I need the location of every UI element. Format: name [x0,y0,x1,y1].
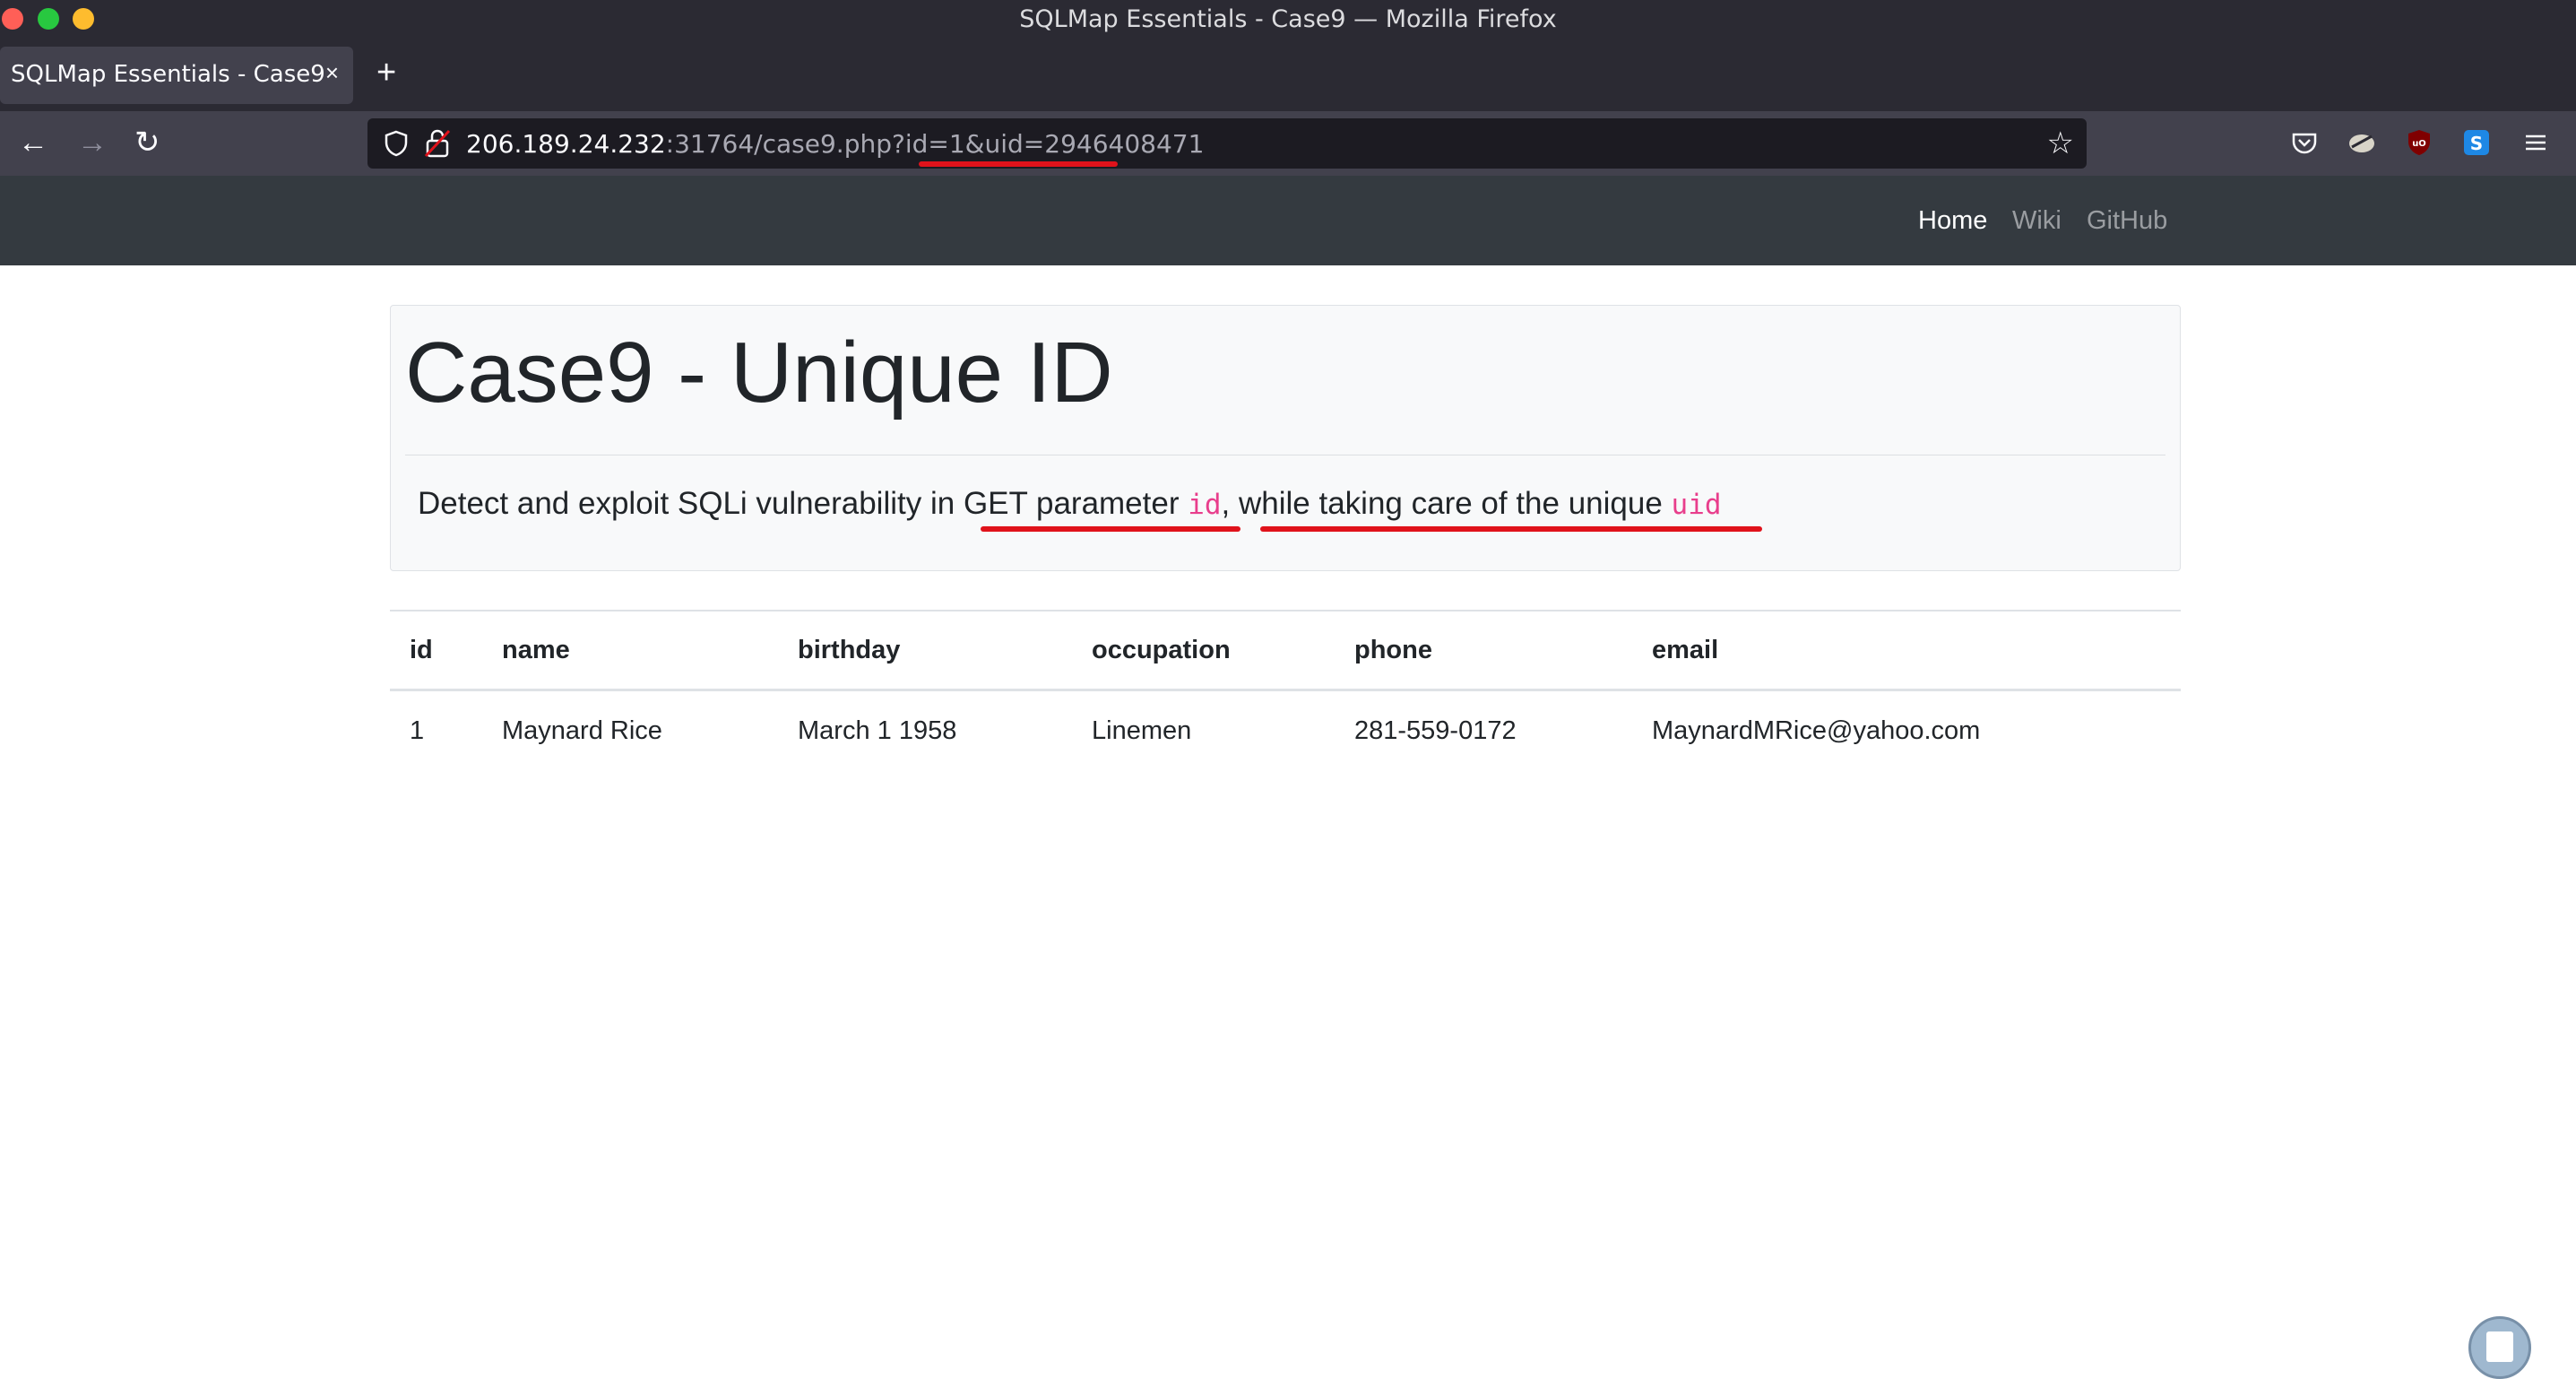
url-path: :31764/case9.php?id=1&uid=2946408471 [665,129,1205,159]
annotation-underline-uid-description [1260,526,1762,532]
hamburger-menu-icon[interactable] [2520,127,2551,158]
cell-id: 1 [410,716,425,745]
page-title: Case9 - Unique ID [405,325,1113,421]
window-titlebar: SQLMap Essentials - Case9 — Mozilla Fire… [0,0,2576,39]
annotation-underline-uid-url [919,161,1118,167]
cell-phone: 281-559-0172 [1354,716,1517,745]
nav-link-github[interactable]: GitHub [2087,206,2167,236]
column-header-phone: phone [1335,610,1632,691]
url-host: 206.189.24.232 [466,129,666,159]
nav-link-home[interactable]: Home [1918,206,1987,236]
description-while: while taking care of the unique [1230,486,1672,521]
cell-email: MaynardMRice@yahoo.com [1652,716,1981,745]
column-header-name: name [482,610,778,691]
description-get-parameter: GET parameter [963,486,1189,521]
url-bar[interactable]: 206.189.24.232:31764/case9.php?id=1&uid=… [367,118,2087,169]
tab-bar: SQLMap Essentials - Case9 × + [0,39,2576,111]
url-text[interactable]: 206.189.24.232:31764/case9.php?id=1&uid=… [466,129,1204,159]
column-header-occupation: occupation [1072,610,1335,691]
svg-text:uO: uO [2412,139,2426,149]
table-header-row: id name birthday occupation phone email [390,610,2181,691]
shield-icon[interactable] [382,129,411,158]
lock-icon[interactable] [423,128,452,159]
code-id: id [1188,489,1222,521]
page-description: Detect and exploit SQLi vulnerability in… [418,486,1722,522]
column-header-email: email [1632,610,2181,691]
annotation-underline-get-parameter [981,526,1240,532]
site-navbar: Home Wiki GitHub [0,176,2576,265]
forward-button[interactable]: → [77,127,108,158]
clipboard-icon [2486,1331,2513,1362]
column-header-id: id [390,610,482,691]
tab-close-icon[interactable]: × [325,59,339,87]
nav-link-wiki[interactable]: Wiki [2012,206,2062,236]
code-uid: uid [1671,489,1722,521]
cell-name: Maynard Rice [502,716,662,745]
results-table: id name birthday occupation phone email … [390,610,2181,770]
ublock-origin-icon[interactable]: uO [2404,127,2434,158]
pocket-icon[interactable] [2289,127,2320,158]
cell-occupation: Linemen [1092,716,1192,745]
cell-birthday: March 1 1958 [798,716,957,745]
back-button[interactable]: ← [18,127,48,158]
tab-title: SQLMap Essentials - Case9 [11,61,325,88]
extension-s-icon[interactable]: S [2461,127,2492,158]
svg-text:S: S [2470,133,2483,154]
nav-toolbar: ← → ↻ 206.189.24.232:31764/case9.php?id=… [0,111,2576,176]
reload-button[interactable]: ↻ [134,127,160,158]
new-tab-button[interactable]: + [376,56,396,90]
window-title: SQLMap Essentials - Case9 — Mozilla Fire… [1019,5,1557,33]
extension-cookie-icon[interactable] [2347,127,2377,158]
column-header-birthday: birthday [778,610,1072,691]
browser-tab[interactable]: SQLMap Essentials - Case9 × [0,47,353,104]
table-row: 1 Maynard Rice March 1 1958 Linemen 281-… [390,690,2181,771]
description-prefix: Detect and exploit SQLi vulnerability in [418,486,964,521]
description-comma: , [1221,486,1231,521]
bookmark-star-icon[interactable]: ☆ [2047,126,2074,161]
